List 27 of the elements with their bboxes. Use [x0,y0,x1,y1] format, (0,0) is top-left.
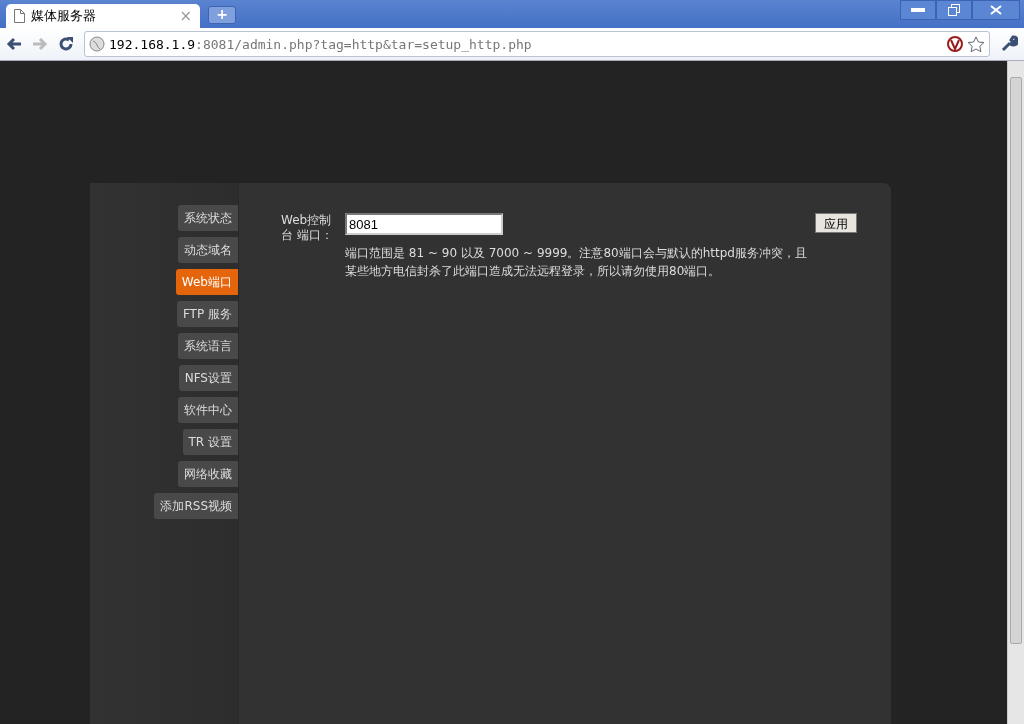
scrollbar[interactable] [1007,61,1024,724]
close-icon[interactable] [972,0,1020,20]
address-bar[interactable]: 192.168.1.9:8081/admin.php?tag=http&tar=setup_http.php [84,31,990,57]
sidebar-item[interactable]: 软件中心 [178,397,238,423]
reload-icon[interactable] [58,36,74,52]
sidebar-item[interactable]: TR 设置 [182,429,238,455]
back-arrow-icon[interactable] [6,37,22,51]
sidebar-item[interactable]: 系统语言 [178,333,238,359]
help-text: 端口范围是 81 ~ 90 以及 7000 ~ 9999。注意80端口会与默认的httpd服务冲突，且某些地方电信封杀了此端口造成无法远程登录，所以请勿使用80端口。 [345,245,808,280]
tab-title: 媒体服务器 [31,7,97,25]
sidebar-item[interactable]: 网络收藏 [178,461,238,487]
star-icon[interactable] [967,35,985,53]
url-text: 192.168.1.9:8081/admin.php?tag=http&tar=setup_http.php [109,36,533,52]
sidebar-item[interactable]: 系统状态 [178,205,238,231]
apply-button[interactable]: 应用 [815,213,857,233]
port-label: Web控制台 端口： [281,213,334,243]
sidebar-item[interactable]: 动态域名 [178,237,238,263]
sidebar-item[interactable]: 添加RSS视频 [154,493,238,519]
circle-v-icon[interactable] [947,36,963,52]
minimize-icon[interactable] [900,0,936,20]
port-input[interactable]: 8081 [345,213,503,235]
wrench-icon[interactable] [1000,35,1018,53]
browser-tab[interactable]: 媒体服务器 × [6,4,200,28]
restore-icon[interactable] [936,0,972,20]
sidebar-item[interactable]: NFS设置 [178,365,238,391]
page-icon [14,9,25,23]
sidebar-item[interactable]: FTP 服务 [176,301,238,327]
